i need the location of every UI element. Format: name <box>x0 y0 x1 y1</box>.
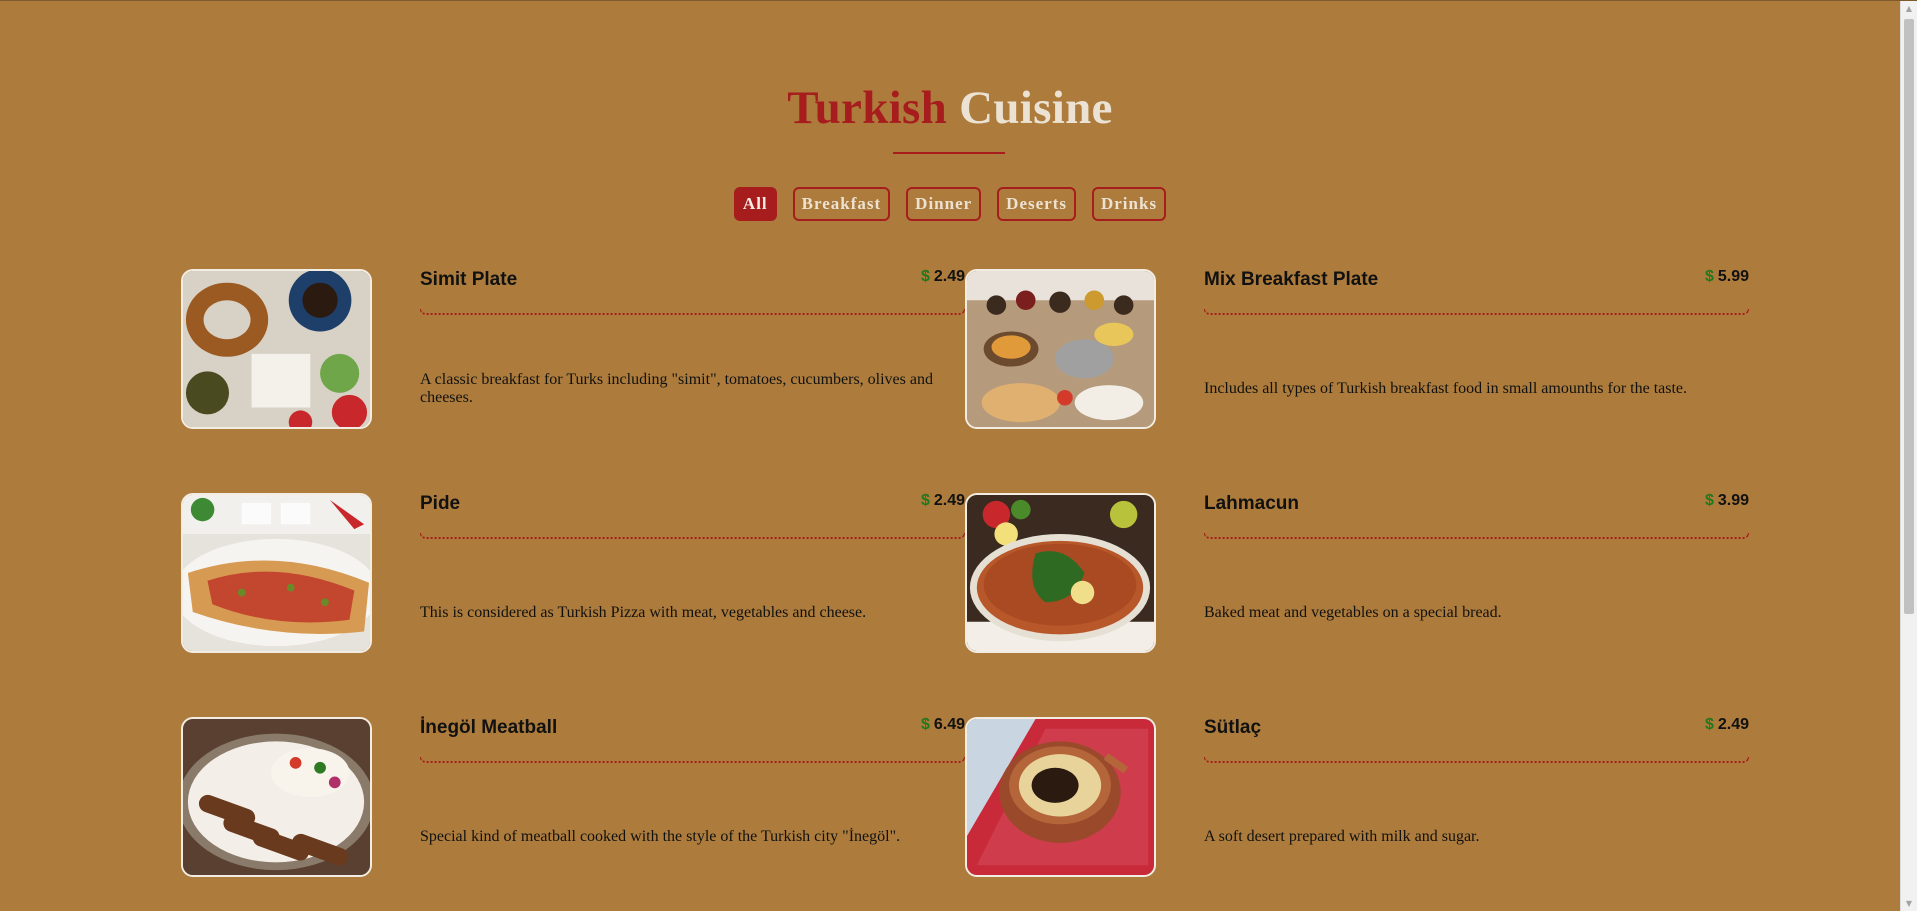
dollar-sign: $ <box>1704 492 1714 509</box>
item-divider <box>420 757 965 763</box>
menu-item-sutlac: Sütlaç $2.49 A soft desert prepared with… <box>965 716 1749 877</box>
scroll-up-icon[interactable]: ▲ <box>1901 1 1917 17</box>
item-divider <box>1204 757 1749 763</box>
menu-item-simit-plate: Simit Plate $2.49 A classic breakfast fo… <box>181 268 965 429</box>
title-word-cuisine: Cuisine <box>959 82 1113 134</box>
price-value: 2.49 <box>933 268 965 285</box>
item-name: Pide <box>420 493 461 514</box>
item-description: Baked meat and vegetables on a special b… <box>1204 604 1502 621</box>
item-description: Special kind of meatball cooked with the… <box>420 828 901 845</box>
item-divider <box>1204 309 1749 315</box>
item-price: $5.99 <box>1705 268 1749 286</box>
price-value: 3.99 <box>1717 492 1749 509</box>
item-price: $6.49 <box>921 716 965 734</box>
pide-photo <box>181 493 372 653</box>
item-price: $2.49 <box>921 268 965 286</box>
page-title: Turkish Cuisine <box>0 81 1900 135</box>
item-name: Mix Breakfast Plate <box>1204 269 1379 290</box>
item-description: This is considered as Turkish Pizza with… <box>420 604 867 621</box>
item-divider <box>1204 533 1749 539</box>
item-name: Simit Plate <box>420 269 518 290</box>
filter-all-button[interactable]: All <box>733 187 777 221</box>
simit-plate-photo <box>181 269 372 429</box>
menu-item-pide: Pide $2.49 This is considered as Turkish… <box>181 492 965 653</box>
menu-item-lahmacun: Lahmacun $3.99 Baked meat and vegetables… <box>965 492 1749 653</box>
item-description: Includes all types of Turkish breakfast … <box>1204 380 1688 397</box>
item-description: A soft desert prepared with milk and sug… <box>1204 828 1480 845</box>
dollar-sign: $ <box>1704 268 1714 285</box>
scrollbar-thumb[interactable] <box>1904 19 1914 614</box>
price-value: 5.99 <box>1717 268 1749 285</box>
mix-breakfast-photo <box>965 269 1156 429</box>
filter-dinner-button[interactable]: Dinner <box>906 187 982 221</box>
inegol-meatball-photo <box>181 717 372 877</box>
price-value: 6.49 <box>933 716 965 733</box>
item-divider <box>420 309 965 315</box>
item-divider <box>420 533 965 539</box>
filter-breakfast-button[interactable]: Breakfast <box>792 187 891 221</box>
vertical-scrollbar[interactable]: ▲ ▼ <box>1900 1 1917 911</box>
menu-item-mix-breakfast-plate: Mix Breakfast Plate $5.99 Includes all t… <box>965 268 1749 429</box>
item-name: İnegöl Meatball <box>420 717 558 738</box>
lahmacun-photo <box>965 493 1156 653</box>
item-name: Lahmacun <box>1204 493 1300 514</box>
filter-drinks-button[interactable]: Drinks <box>1091 187 1167 221</box>
sutlac-photo <box>965 717 1156 877</box>
item-price: $2.49 <box>1705 716 1749 734</box>
item-price: $2.49 <box>921 492 965 510</box>
dollar-sign: $ <box>920 268 930 285</box>
title-word-turkish: Turkish <box>787 82 948 134</box>
scroll-down-icon[interactable]: ▼ <box>1901 896 1917 911</box>
menu-item-inegol-meatball: İnegöl Meatball $6.49 Special kind of me… <box>181 716 965 877</box>
dollar-sign: $ <box>1704 716 1714 733</box>
price-value: 2.49 <box>933 492 965 509</box>
dollar-sign: $ <box>920 492 930 509</box>
category-filters: All Breakfast Dinner Deserts Drinks <box>0 187 1900 221</box>
item-price: $3.99 <box>1705 492 1749 510</box>
item-description: A classic breakfast for Turks including … <box>420 371 933 406</box>
dollar-sign: $ <box>920 716 930 733</box>
price-value: 2.49 <box>1717 716 1749 733</box>
filter-deserts-button[interactable]: Deserts <box>997 187 1076 221</box>
title-underline <box>893 152 1005 154</box>
item-name: Sütlaç <box>1204 717 1262 738</box>
